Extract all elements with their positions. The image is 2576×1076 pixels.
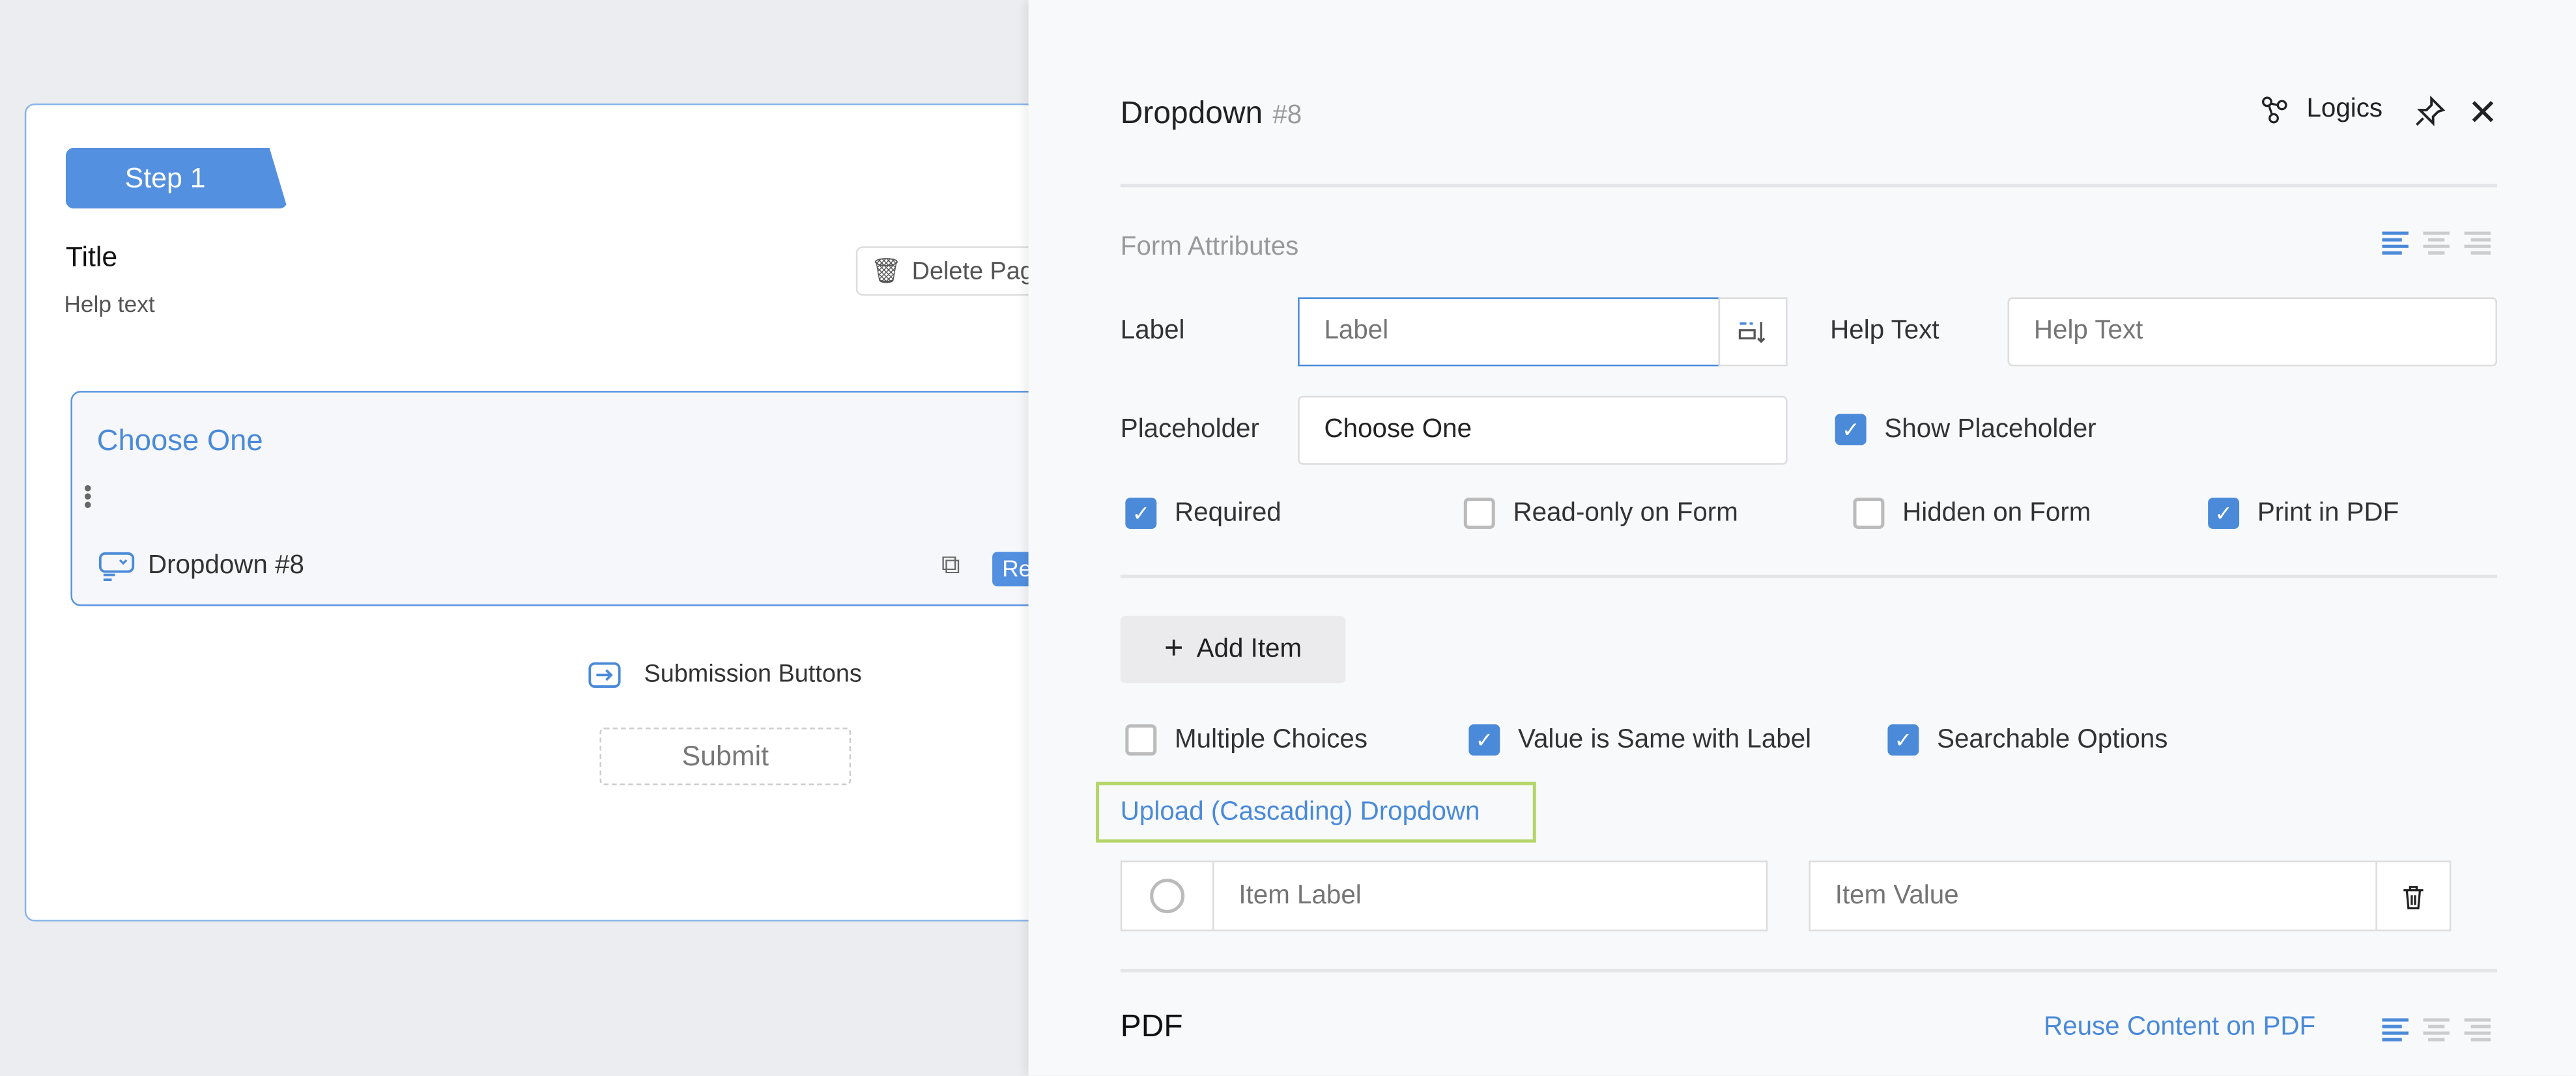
checkbox-label: Read-only on Form [1513,498,1738,527]
radio-icon [1150,879,1185,914]
label-alignment-group [2382,231,2491,255]
divider [1120,574,2497,578]
delete-item-button[interactable] [2375,860,2452,931]
required-checkbox[interactable]: ✓ Required [1125,498,1281,529]
submission-buttons-label: Submission Buttons [588,660,862,688]
checkbox-label: Required [1175,498,1281,527]
field-placeholder-preview: Choose One [96,423,263,457]
divider [1120,969,2497,972]
insert-variable-button[interactable] [1718,297,1788,367]
checkbox-label: Multiple Choices [1175,725,1368,754]
add-item-button[interactable]: + Add Item [1120,616,1346,684]
searchable-options-checkbox[interactable]: ✓ Searchable Options [1887,724,2168,756]
panel-title-text: Dropdown [1120,96,1263,132]
label-field-label: Label [1120,317,1185,345]
align-left-icon[interactable] [2382,1018,2409,1041]
add-item-label: Add Item [1196,634,1302,663]
insert-field-icon [1738,322,1766,343]
submit-button[interactable]: Submit [599,728,852,786]
trash-icon [2403,885,2424,909]
checkbox-checked-icon: ✓ [1468,724,1500,756]
multiple-choices-checkbox[interactable]: Multiple Choices [1125,724,1367,756]
checkbox-checked-icon: ✓ [1887,724,1919,756]
submit-arrow-icon [588,661,621,687]
value-same-with-label-checkbox[interactable]: ✓ Value is Same with Label [1468,724,1811,756]
page-help-text[interactable]: Help text [64,290,154,317]
checkbox-unchecked-icon [1853,498,1885,529]
default-item-radio[interactable] [1120,860,1214,931]
field-type-text: Dropdown #8 [147,552,304,580]
pdf-section-heading: PDF [1120,1010,1183,1045]
step-tab[interactable]: Step 1 [65,147,288,209]
show-placeholder-checkbox[interactable]: ✓ Show Placeholder [1835,414,2097,446]
checkbox-label: Value is Same with Label [1518,725,1812,754]
drag-handle-icon[interactable]: • • • [84,476,92,516]
logics-icon [2262,96,2287,124]
field-type-label: Dropdown #8 [98,552,304,582]
checkbox-label: Hidden on Form [1902,498,2091,527]
read-only-checkbox[interactable]: Read-only on Form [1463,498,1738,529]
placeholder-field-label: Placeholder [1120,415,1259,444]
align-right-icon[interactable] [2464,1018,2491,1041]
logics-label: Logics [2306,95,2383,124]
checkbox-label: Show Placeholder [1884,414,2097,443]
panel-title: Dropdown #8 [1121,97,1302,133]
align-center-icon[interactable] [2423,1018,2450,1041]
checkbox-label: Print in PDF [2257,498,2399,527]
form-attributes-heading: Form Attributes [1120,233,1299,261]
pdf-alignment-group [2382,1018,2491,1041]
submission-buttons-text: Submission Buttons [644,660,862,688]
pin-icon[interactable] [2413,95,2446,136]
logics-button[interactable]: Logics [2261,95,2383,124]
reuse-content-on-pdf-link[interactable]: Reuse Content on PDF [2044,1013,2315,1043]
delete-page-label: Delete Page [911,257,1048,285]
duplicate-icon[interactable]: ⧉ [941,552,960,581]
help-text-field-label: Help Text [1830,317,1939,345]
item-value-input[interactable] [1809,860,2377,931]
checkbox-checked-icon: ✓ [2208,498,2240,529]
checkbox-checked-icon: ✓ [1835,414,1867,446]
align-center-icon[interactable] [2423,231,2450,255]
print-in-pdf-checkbox[interactable]: ✓ Print in PDF [2208,498,2399,529]
hidden-on-form-checkbox[interactable]: Hidden on Form [1853,498,2091,529]
placeholder-input[interactable] [1298,395,1788,465]
field-id: #8 [1272,102,1302,130]
label-input[interactable] [1298,297,1721,367]
checkbox-checked-icon: ✓ [1125,498,1157,529]
page-title[interactable]: Title [66,242,117,274]
checkbox-unchecked-icon [1125,724,1157,756]
align-right-icon[interactable] [2464,231,2491,255]
close-icon[interactable]: ✕ [2468,92,2498,135]
align-left-icon[interactable] [2382,231,2409,255]
divider [1120,184,2497,188]
app: Step 1 Title Help text 🗑 Delete Page Choo… [0,0,2576,1076]
plus-icon: + [1164,630,1184,667]
help-text-input[interactable] [2007,297,2497,367]
checkbox-label: Searchable Options [1937,725,2168,754]
trash-icon: 🗑 [870,257,902,286]
item-label-input[interactable] [1212,860,1768,931]
upload-cascading-dropdown-link[interactable]: Upload (Cascading) Dropdown [1095,782,1536,843]
dropdown-icon [98,552,135,582]
checkbox-unchecked-icon [1463,498,1495,529]
